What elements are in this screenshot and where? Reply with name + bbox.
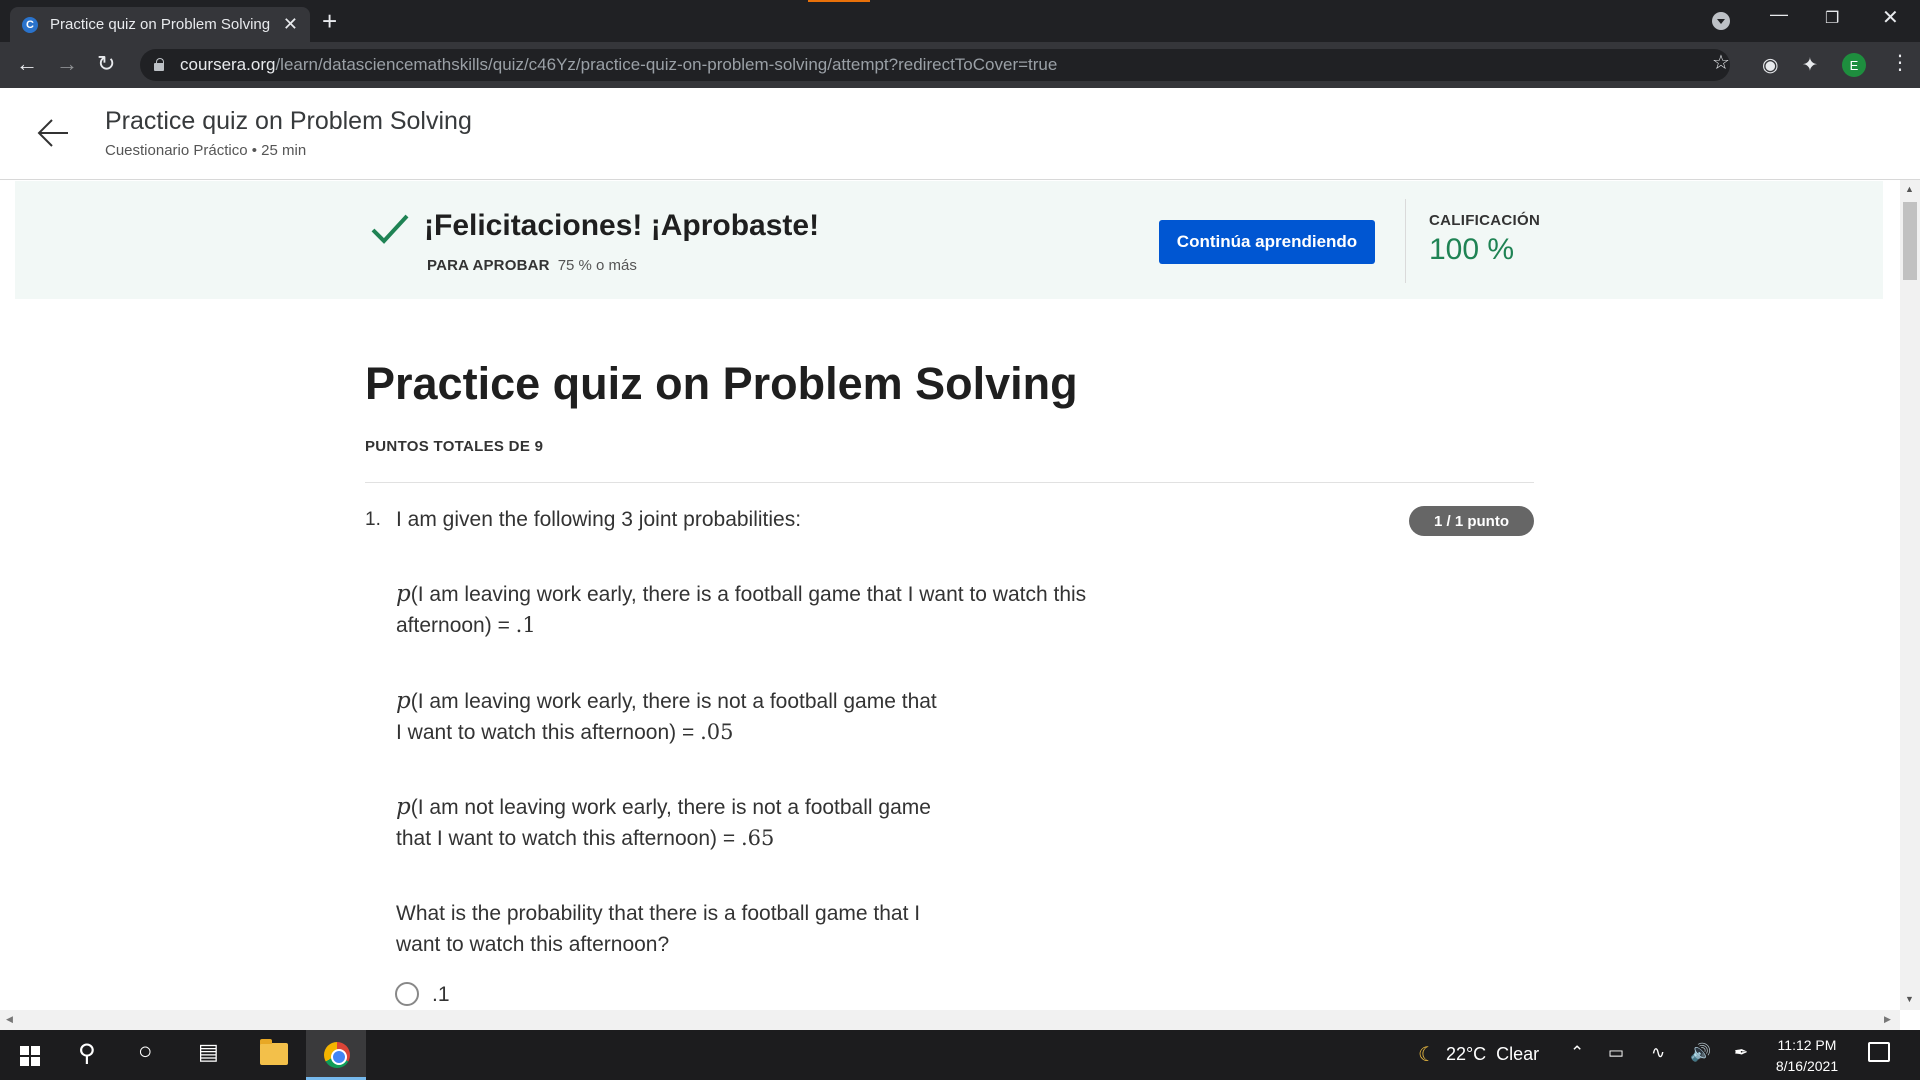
pass-message: ¡Felicitaciones! ¡Aprobaste! [424,209,820,242]
profile-avatar[interactable]: E [1842,53,1866,77]
answer-radio-option-1[interactable] [395,982,419,1006]
windows-start-icon[interactable] [20,1046,40,1066]
p-symbol: p [396,794,411,820]
probability-statement-1: p(I am leaving work early, there is a fo… [396,579,1086,641]
question-prompt: What is the probability that there is a … [396,898,920,960]
file-explorer-icon[interactable] [260,1039,288,1065]
weather-condition: Clear [1496,1044,1540,1064]
minimize-icon[interactable]: — [1770,4,1788,25]
horizontal-scrollbar[interactable]: ◀ ▶ [0,1010,1900,1030]
battery-icon[interactable]: ▭ [1608,1043,1624,1063]
quiz-title: Practice quiz on Problem Solving [365,358,1078,409]
notifications-icon[interactable] [1868,1042,1890,1062]
browser-tab[interactable]: C Practice quiz on Problem Solving ✕ [10,7,310,42]
statement-text: that I want to watch this afternoon) = [396,827,741,850]
chrome-icon [324,1042,350,1068]
wifi-icon[interactable]: ∿ [1651,1043,1665,1063]
back-arrow-icon[interactable] [36,116,70,150]
vertical-scrollbar[interactable]: ▲ ▼ [1900,180,1920,1010]
reload-icon[interactable]: ↻ [97,51,115,77]
url-path: /learn/datasciencemathskills/quiz/c46Yz/… [275,55,1058,74]
close-window-icon[interactable]: ✕ [1882,5,1899,30]
question-text: I am given the following 3 joint probabi… [396,508,802,531]
grade-value: 100 % [1429,233,1515,266]
new-tab-button[interactable]: + [322,8,337,34]
lock-icon [154,58,164,71]
probability-value: .65 [740,826,775,850]
p-symbol: p [396,581,411,607]
browser-menu-icon[interactable]: ⋮ [1890,50,1910,75]
scroll-left-icon[interactable]: ◀ [6,1014,13,1025]
task-view-icon[interactable]: ▤ [198,1039,219,1065]
windows-taskbar: ⚲ ○ ▤ [0,1030,1920,1080]
forward-icon[interactable]: → [56,51,78,77]
clock-time: 11:12 PM [1777,1037,1837,1053]
probability-statement-2: p(I am leaving work early, there is not … [396,686,937,748]
bookmark-star-icon[interactable]: ☆ [1712,50,1730,75]
statement-text: I want to watch this afternoon) = [396,721,701,744]
volume-icon[interactable]: 🔊 [1690,1043,1711,1063]
show-hidden-icons-icon[interactable]: ⌃ [1570,1043,1584,1063]
clock-date: 8/16/2021 [1775,1058,1839,1074]
weather-widget[interactable]: ☾ 22°C Clear [1418,1042,1539,1067]
browser-tab-strip: C Practice quiz on Problem Solving ✕ + —… [0,0,1920,42]
p-symbol: p [396,688,411,714]
probability-statement-3: p(I am not leaving work early, there is … [396,792,931,854]
statement-text: (I am leaving work early, there is a foo… [410,583,1087,606]
page-title: Practice quiz on Problem Solving [105,107,472,135]
statement-text: (I am leaving work early, there is not a… [410,690,937,713]
grade-label: CALIFICACIÓN [1429,212,1541,229]
result-banner: ¡Felicitaciones! ¡Aprobaste! PARA APROBA… [15,181,1883,299]
url-text: coursera.org/learn/datasciencemathskills… [180,55,1057,75]
content-divider [365,482,1534,483]
question-number: 1. [365,509,381,530]
cortana-icon[interactable]: ○ [138,1038,153,1066]
coursera-favicon-icon: C [22,16,38,33]
statement-text: (I am not leaving work early, there is n… [410,796,931,819]
page-subtitle: Cuestionario Práctico • 25 min [105,142,307,159]
pass-requirement: PARA APROBAR 75 % o más [427,257,637,274]
scroll-right-icon[interactable]: ▶ [1884,1014,1891,1025]
tab-close-icon[interactable]: ✕ [283,14,298,35]
chrome-taskbar-button[interactable] [306,1030,366,1080]
browser-toolbar: ← → ↻ coursera.org/learn/datasciencemath… [0,42,1920,88]
scroll-up-icon[interactable]: ▲ [1905,184,1914,194]
weather-temperature: 22°C [1445,1044,1487,1064]
back-icon[interactable]: ← [16,51,38,77]
tab-title: Practice quiz on Problem Solving [50,16,270,33]
pass-requirement-label: PARA APROBAR [427,257,550,274]
continue-learning-button[interactable]: Continúa aprendiendo [1159,220,1375,264]
restore-icon[interactable]: ❐ [1825,8,1839,28]
url-host: coursera.org [180,55,276,74]
tab-search-icon[interactable] [1712,12,1730,30]
total-points: PUNTOS TOTALES DE 9 [365,438,544,455]
probability-value: .1 [515,613,536,637]
checkmark-icon [371,214,409,244]
answer-option-label[interactable]: .1 [432,983,450,1007]
pen-icon[interactable]: ✒ [1734,1043,1748,1063]
extension-icon[interactable]: ◉ [1762,54,1779,77]
banner-divider [1405,199,1406,283]
tab-strip-indicator [808,0,870,2]
prompt-text: want to watch this afternoon? [396,933,670,956]
points-badge: 1 / 1 punto [1409,506,1534,536]
prompt-text: What is the probability that there is a … [396,902,921,925]
system-clock[interactable]: 11:12 PM 8/16/2021 [1772,1035,1842,1077]
pass-requirement-value: 75 % o más [557,257,637,274]
page-header: Practice quiz on Problem Solving Cuestio… [0,88,1920,180]
probability-value: .05 [700,720,734,744]
scrollbar-thumb[interactable] [1903,202,1917,280]
extensions-puzzle-icon[interactable]: ✦ [1802,54,1818,77]
address-bar[interactable]: coursera.org/learn/datasciencemathskills… [140,49,1730,81]
scroll-down-icon[interactable]: ▼ [1905,994,1914,1004]
moon-icon: ☾ [1418,1044,1436,1066]
statement-text: afternoon) = [396,614,516,637]
search-icon[interactable]: ⚲ [78,1039,96,1068]
